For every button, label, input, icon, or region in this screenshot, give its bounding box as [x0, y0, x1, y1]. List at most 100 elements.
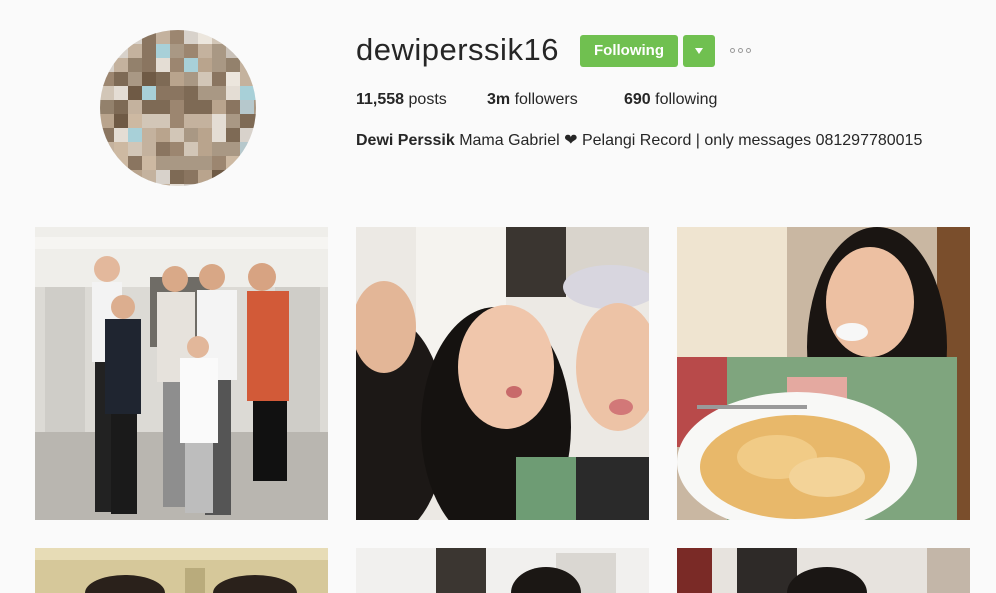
avatar-pixel [226, 184, 240, 186]
avatar-pixel [114, 156, 128, 170]
more-options-button[interactable] [726, 40, 758, 62]
avatar-pixel [100, 184, 114, 186]
avatar-pixel [240, 30, 254, 44]
avatar-pixel [198, 128, 212, 142]
avatar-pixel [170, 114, 184, 128]
avatar-pixel [198, 100, 212, 114]
avatar-pixel [240, 72, 254, 86]
avatar-pixel [114, 30, 128, 44]
avatar-pixel [212, 72, 226, 86]
avatar-pixel [128, 114, 142, 128]
avatar-pixel [254, 72, 256, 86]
profile-avatar[interactable] [100, 30, 256, 186]
posts-count: 11,558 [356, 91, 405, 108]
post-thumbnail[interactable] [35, 227, 328, 520]
post-image [677, 227, 970, 520]
avatar-pixel [212, 86, 226, 100]
post-thumbnail[interactable] [356, 227, 649, 520]
avatar-pixel [226, 170, 240, 184]
avatar-pixel [156, 114, 170, 128]
avatar-pixel [142, 58, 156, 72]
more-options-icon [730, 48, 735, 53]
avatar-pixel [240, 44, 254, 58]
avatar-pixel [240, 86, 254, 100]
avatar-pixel [254, 170, 256, 184]
avatar-pixel [212, 44, 226, 58]
post-thumbnail[interactable] [356, 548, 649, 593]
avatar-pixel [240, 100, 254, 114]
avatar-pixel [100, 156, 114, 170]
avatar-pixel [114, 170, 128, 184]
post-image [356, 548, 649, 593]
avatar-pixel [142, 100, 156, 114]
avatar-pixel [254, 100, 256, 114]
avatar-pixel [142, 156, 156, 170]
followers-stat[interactable]: 3m followers [487, 90, 578, 110]
avatar-pixel [142, 184, 156, 186]
avatar-pixel [226, 30, 240, 44]
avatar-pixel [198, 44, 212, 58]
avatar-pixel [114, 142, 128, 156]
avatar-pixel [114, 86, 128, 100]
avatar-pixel [198, 114, 212, 128]
avatar-pixel [156, 44, 170, 58]
avatar-pixel [198, 184, 212, 186]
avatar-pixel [170, 156, 184, 170]
avatar-pixel [226, 100, 240, 114]
follow-dropdown-button[interactable] [683, 35, 715, 67]
avatar-pixel [100, 58, 114, 72]
avatar-pixel [226, 156, 240, 170]
avatar-pixel [198, 72, 212, 86]
avatar-pixel [226, 142, 240, 156]
avatar-pixel [128, 156, 142, 170]
post-thumbnail[interactable] [677, 227, 970, 520]
avatar-pixel [114, 58, 128, 72]
posts-stat: 11,558 posts [356, 90, 447, 110]
post-thumbnail[interactable] [35, 548, 328, 593]
avatar-pixel [226, 128, 240, 142]
posts-label: posts [408, 91, 447, 108]
avatar-pixel [198, 170, 212, 184]
avatar-pixel [142, 114, 156, 128]
avatar-pixel [254, 114, 256, 128]
avatar-pixel [114, 114, 128, 128]
avatar-pixel [254, 184, 256, 186]
avatar-pixel [156, 142, 170, 156]
avatar-pixel [142, 86, 156, 100]
avatar-pixel [114, 72, 128, 86]
avatar-pixel [184, 156, 198, 170]
avatar-pixel [254, 86, 256, 100]
post-thumbnail[interactable] [677, 548, 970, 593]
avatar-pixel [170, 44, 184, 58]
avatar-pixel [100, 114, 114, 128]
avatar-pixel [184, 30, 198, 44]
avatar-pixel [114, 44, 128, 58]
avatar-pixel [128, 86, 142, 100]
avatar-pixel [128, 44, 142, 58]
avatar-pixel [100, 44, 114, 58]
profile-username: dewiperssik16 [356, 32, 559, 67]
avatar-pixel [198, 30, 212, 44]
avatar-pixel [254, 142, 256, 156]
following-stat[interactable]: 690 following [624, 90, 717, 110]
avatar-pixel [128, 100, 142, 114]
avatar-pixel [156, 128, 170, 142]
avatar-pixel [212, 58, 226, 72]
avatar-pixel [198, 86, 212, 100]
avatar-pixel [142, 30, 156, 44]
avatar-pixel [100, 30, 114, 44]
avatar-pixel [170, 100, 184, 114]
avatar-pixel [226, 114, 240, 128]
avatar-pixel [212, 170, 226, 184]
avatar-pixel [184, 58, 198, 72]
avatar-pixel [184, 44, 198, 58]
avatar-pixel [170, 72, 184, 86]
avatar-pixel [254, 58, 256, 72]
following-button[interactable]: Following [580, 35, 678, 67]
avatar-pixel [184, 100, 198, 114]
avatar-pixel [170, 58, 184, 72]
avatar-pixel [100, 142, 114, 156]
avatar-pixel [142, 142, 156, 156]
chevron-down-icon [695, 48, 703, 54]
profile-page: dewiperssik16 Following 11,558 posts 3m … [0, 0, 996, 593]
